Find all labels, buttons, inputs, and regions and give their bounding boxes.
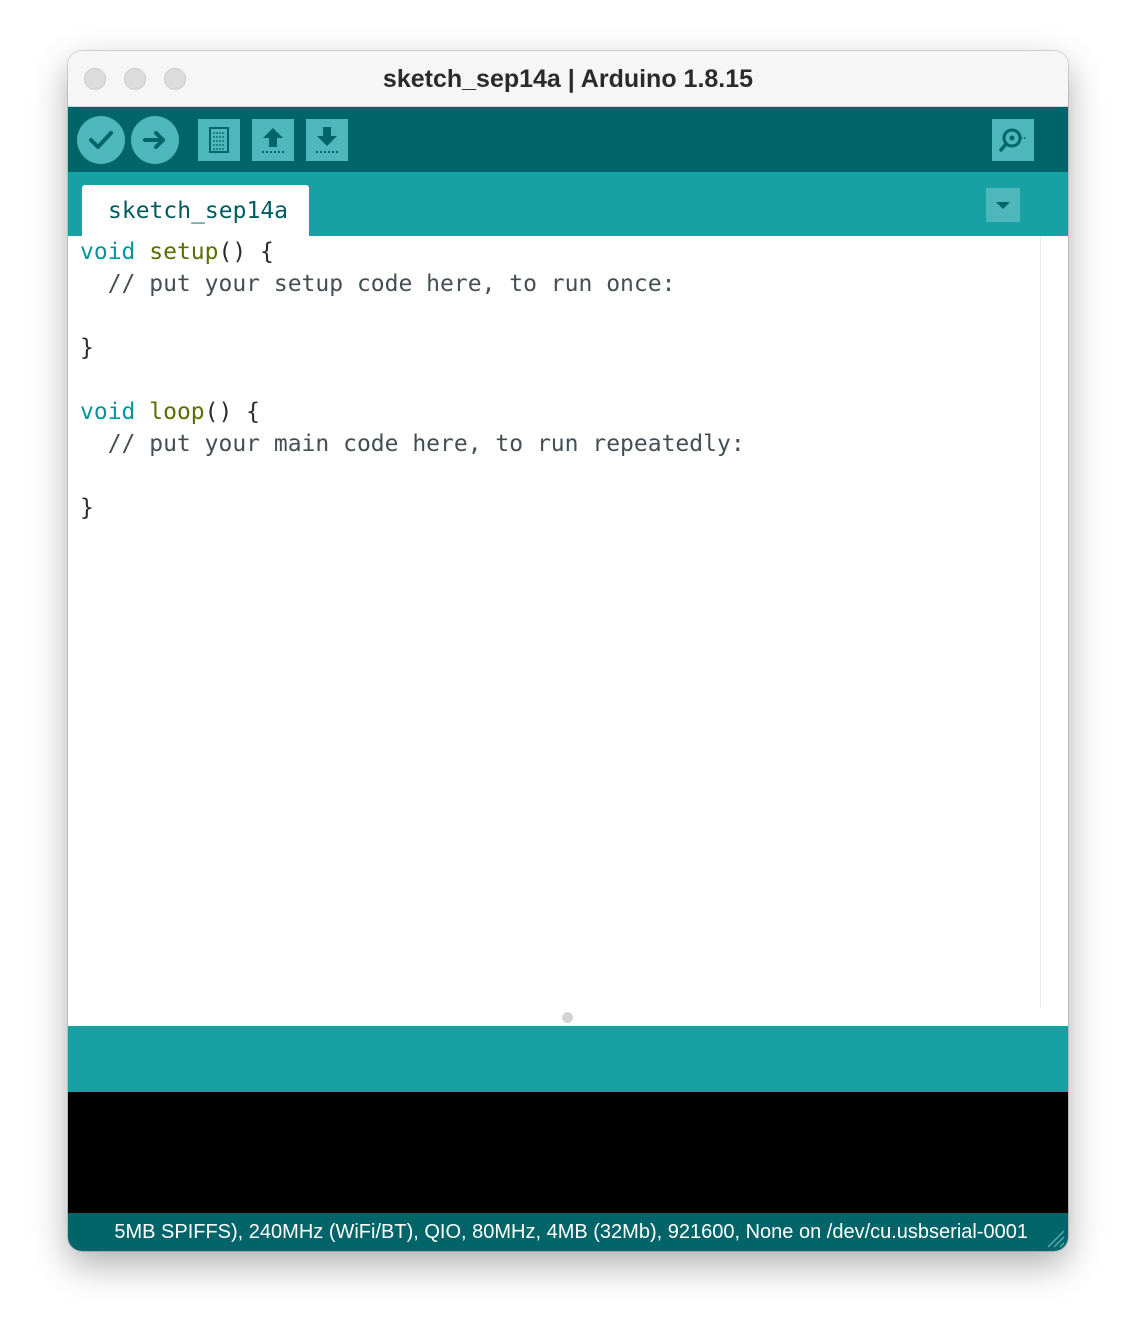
status-bar xyxy=(68,1026,1068,1092)
code-token: () { xyxy=(204,399,261,425)
code-line[interactable]: // put your setup code here, to run once… xyxy=(80,268,745,300)
open-sketch-button[interactable] xyxy=(252,119,294,161)
code-text[interactable]: void setup() { // put your setup code he… xyxy=(80,236,745,524)
serial-monitor-button[interactable] xyxy=(992,119,1034,161)
resize-grip-icon[interactable] xyxy=(1042,1225,1066,1249)
code-line[interactable] xyxy=(80,300,745,332)
save-sketch-button[interactable] xyxy=(306,119,348,161)
code-keyword: void xyxy=(80,399,136,425)
toolbar xyxy=(68,107,1068,172)
code-function-name: setup xyxy=(149,239,219,265)
code-line[interactable]: void setup() { xyxy=(80,236,745,268)
arrow-right-icon xyxy=(143,131,165,149)
code-function-name: loop xyxy=(149,399,205,425)
magnifier-icon xyxy=(999,128,1027,152)
code-editor[interactable]: void setup() { // put your setup code he… xyxy=(68,236,1068,1008)
title-bar[interactable]: sketch_sep14a | Arduino 1.8.15 xyxy=(68,51,1068,107)
tab-strip: sketch_sep14a xyxy=(68,172,1068,237)
code-token: } xyxy=(80,335,94,361)
code-keyword: void xyxy=(80,239,136,265)
window-title: sketch_sep14a | Arduino 1.8.15 xyxy=(382,65,754,93)
divider-handle[interactable] xyxy=(562,1012,573,1023)
triangle-down-icon xyxy=(996,202,1010,209)
code-line[interactable] xyxy=(80,460,745,492)
arduino-ide-window: sketch_sep14a | Arduino 1.8.15 sketch_se… xyxy=(68,51,1068,1251)
code-line[interactable]: // put your main code here, to run repea… xyxy=(80,428,745,460)
new-file-icon xyxy=(209,127,229,153)
code-line[interactable]: } xyxy=(80,332,745,364)
new-sketch-button[interactable] xyxy=(198,119,240,161)
arrow-up-icon xyxy=(262,128,284,153)
code-line[interactable] xyxy=(80,364,745,396)
board-status-text: 5MB SPIFFS), 240MHz (WiFi/BT), QIO, 80MH… xyxy=(114,1221,1028,1243)
verify-button[interactable] xyxy=(77,116,125,164)
pane-divider[interactable] xyxy=(68,1008,1068,1026)
code-line[interactable]: void loop() { xyxy=(80,396,745,428)
code-token: } xyxy=(80,495,94,521)
tab-sketch[interactable]: sketch_sep14a xyxy=(82,185,309,237)
board-status-footer: 5MB SPIFFS), 240MHz (WiFi/BT), QIO, 80MH… xyxy=(68,1213,1068,1251)
code-comment: // put your main code here, to run repea… xyxy=(80,431,745,457)
code-comment: // put your setup code here, to run once… xyxy=(80,271,676,297)
upload-button[interactable] xyxy=(131,116,179,164)
tab-menu-button[interactable] xyxy=(986,188,1020,222)
checkmark-icon xyxy=(89,131,113,149)
editor-scrollbar-track[interactable] xyxy=(1040,236,1041,1008)
console-output[interactable] xyxy=(68,1092,1068,1213)
tab-label: sketch_sep14a xyxy=(108,198,289,224)
code-token: () { xyxy=(218,239,274,265)
arrow-down-icon xyxy=(316,127,338,153)
code-line[interactable]: } xyxy=(80,492,745,524)
